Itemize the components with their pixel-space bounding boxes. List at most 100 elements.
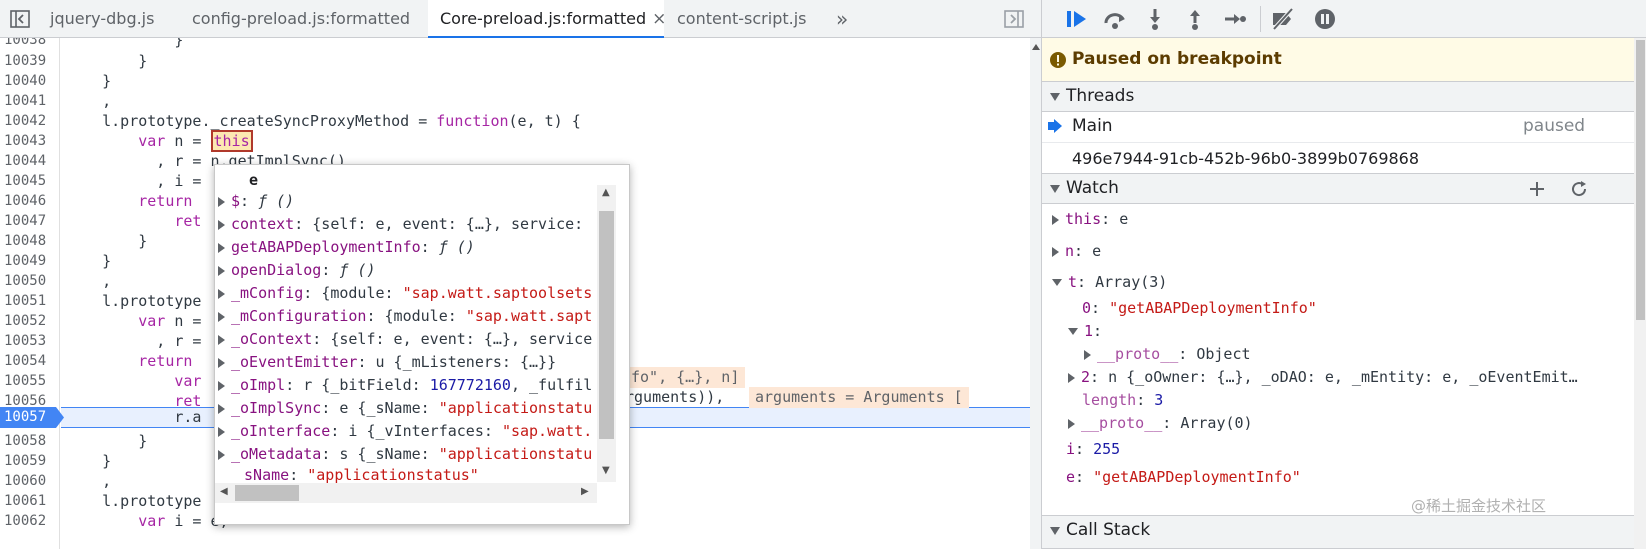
hovered-expression[interactable]: this — [210, 130, 253, 152]
line-number[interactable]: 10048 — [0, 231, 60, 252]
more-tabs-icon[interactable]: » — [836, 0, 848, 38]
popover-vertical-scrollbar[interactable]: ▲ ▼ — [597, 185, 616, 482]
property-row[interactable]: _oImpl: r {_bitField: 167772160, _fulfil — [215, 374, 615, 397]
step-icon[interactable] — [1222, 7, 1248, 31]
tab-content-script[interactable]: content-script.js — [677, 0, 806, 38]
line-number[interactable]: 10062 — [0, 511, 60, 532]
deactivate-breakpoints-icon[interactable] — [1270, 7, 1296, 31]
expand-icon[interactable] — [218, 219, 225, 230]
refresh-watch-icon[interactable] — [1570, 180, 1588, 198]
callstack-section-header[interactable]: Call Stack — [1042, 515, 1634, 549]
property-row[interactable]: _oEventEmitter: u {_mListeners: {…}} — [215, 351, 615, 374]
expand-icon[interactable] — [1068, 418, 1075, 429]
expand-icon[interactable] — [1084, 349, 1091, 360]
expand-icon[interactable] — [218, 426, 225, 437]
step-over-icon[interactable] — [1102, 7, 1128, 31]
watch-expression-t[interactable]: t: Array(3) — [1052, 271, 1642, 294]
tab-core-preload[interactable]: Core-preload.js:formatted × — [428, 0, 666, 38]
scroll-down-icon[interactable]: ▼ — [602, 465, 610, 476]
line-number[interactable]: 10045 — [0, 171, 60, 192]
watch-expression-n[interactable]: n: e — [1052, 240, 1642, 263]
property-row[interactable]: _mConfig: {module: "sap.watt.saptoolsets — [215, 282, 615, 305]
close-tab-icon[interactable]: × — [652, 9, 666, 29]
property-row[interactable]: $: ƒ () — [215, 190, 615, 213]
line-number[interactable]: 10047 — [0, 211, 60, 232]
line-number[interactable]: 10058 — [0, 431, 60, 452]
scroll-left-icon[interactable]: ◀ — [220, 486, 228, 497]
watch-child-row[interactable]: __proto__: Array(0) — [1068, 412, 1646, 435]
expand-icon[interactable] — [218, 334, 225, 345]
expand-icon[interactable] — [218, 380, 225, 391]
resume-icon[interactable] — [1064, 7, 1090, 31]
add-watch-icon[interactable] — [1529, 181, 1545, 197]
scrollbar-thumb[interactable] — [599, 211, 614, 439]
tab-jquery-dbg[interactable]: jquery-dbg.js — [50, 0, 154, 38]
line-number[interactable]: 10046 — [0, 191, 60, 212]
line-number[interactable]: 10059 — [0, 451, 60, 472]
expand-icon[interactable] — [1052, 214, 1059, 225]
line-number[interactable]: 10038 — [0, 38, 60, 51]
scroll-right-icon[interactable]: ▶ — [581, 486, 589, 497]
line-number[interactable]: 10061 — [0, 491, 60, 512]
line-number[interactable]: 10041 — [0, 91, 60, 112]
line-number[interactable]: 10051 — [0, 291, 60, 312]
expand-icon[interactable] — [218, 311, 225, 322]
line-number[interactable]: 10053 — [0, 331, 60, 352]
tab-config-preload[interactable]: config-preload.js:formatted — [192, 0, 410, 38]
step-out-icon[interactable] — [1182, 7, 1208, 31]
watch-expression-this[interactable]: this: e — [1052, 208, 1642, 231]
toggle-debugger-icon[interactable] — [1004, 9, 1024, 29]
line-number[interactable]: 10043 — [0, 131, 60, 152]
scroll-up-icon[interactable]: ▲ — [602, 187, 610, 198]
threads-section-header[interactable]: Threads — [1042, 81, 1634, 112]
editor-scrollbar[interactable] — [1030, 38, 1041, 549]
object-preview-popover[interactable]: e $: ƒ () context: {self: e, event: {…},… — [214, 164, 630, 525]
popover-horizontal-scrollbar[interactable]: ◀ ▶ — [215, 483, 597, 503]
expand-icon[interactable] — [218, 357, 225, 368]
step-into-icon[interactable] — [1142, 7, 1168, 31]
collapse-icon[interactable] — [1068, 328, 1078, 335]
scrollbar-thumb[interactable] — [1636, 40, 1645, 320]
line-number[interactable]: 10060 — [0, 471, 60, 492]
pause-on-exceptions-icon[interactable] — [1312, 7, 1338, 31]
watch-child-row[interactable]: __proto__: Object — [1084, 343, 1646, 366]
watch-child-row[interactable]: 1: — [1068, 320, 1646, 343]
line-number[interactable]: 10044 — [0, 151, 60, 172]
line-number[interactable]: 10039 — [0, 51, 60, 72]
watch-expression-i[interactable]: i: 255 — [1066, 438, 1646, 461]
expand-icon[interactable] — [218, 449, 225, 460]
expand-icon[interactable] — [218, 288, 225, 299]
property-row[interactable]: _oInterface: i {_vInterfaces: "sap.watt. — [215, 420, 615, 443]
line-gutter[interactable]: 10038 10039 10040 10041 10042 10043 1004… — [0, 38, 64, 549]
expand-icon[interactable] — [1068, 372, 1075, 383]
expand-icon[interactable] — [218, 196, 225, 207]
property-row[interactable]: getABAPDeploymentInfo: ƒ () — [215, 236, 615, 259]
scrollbar-thumb[interactable] — [235, 485, 299, 501]
line-number[interactable]: 10049 — [0, 251, 60, 272]
debugger-scrollbar[interactable] — [1634, 38, 1646, 549]
property-row[interactable]: _mConfiguration: {module: "sap.watt.sapt — [215, 305, 615, 328]
collapse-icon[interactable] — [1052, 279, 1062, 286]
line-number[interactable]: 10040 — [0, 71, 60, 92]
line-number[interactable]: 10050 — [0, 271, 60, 292]
thread-main[interactable]: Main paused — [1042, 111, 1634, 142]
line-number[interactable]: 10055 — [0, 371, 60, 392]
property-row[interactable]: _oImplSync: e {_sName: "applicationstatu — [215, 397, 615, 420]
line-number[interactable]: 10042 — [0, 111, 60, 132]
expand-icon[interactable] — [218, 242, 225, 253]
watch-child-row[interactable]: length: 3 — [1082, 389, 1646, 412]
property-row[interactable]: _oContext: {self: e, event: {…}, service — [215, 328, 615, 351]
property-row[interactable]: context: {self: e, event: {…}, service: — [215, 213, 615, 236]
watch-child-row[interactable]: 2: n {_oOwner: {…}, _oDAO: e, _mEntity: … — [1068, 366, 1646, 389]
watch-section-header[interactable]: Watch — [1042, 173, 1634, 204]
expand-icon[interactable] — [218, 403, 225, 414]
thread-other[interactable]: 496e7944-91cb-452b-96b0-3899b0769868 — [1042, 142, 1634, 173]
watch-child-row[interactable]: 0: "getABAPDeploymentInfo" — [1082, 297, 1646, 320]
toggle-navigator-icon[interactable] — [10, 9, 30, 29]
expand-icon[interactable] — [218, 265, 225, 276]
line-number[interactable]: 10054 — [0, 351, 60, 372]
property-row[interactable]: _oMetadata: s {_sName: "applicationstatu — [215, 443, 615, 466]
property-row[interactable]: openDialog: ƒ () — [215, 259, 615, 282]
breakpoint-line-number[interactable]: 10057 — [0, 407, 64, 428]
expand-icon[interactable] — [1052, 246, 1059, 257]
